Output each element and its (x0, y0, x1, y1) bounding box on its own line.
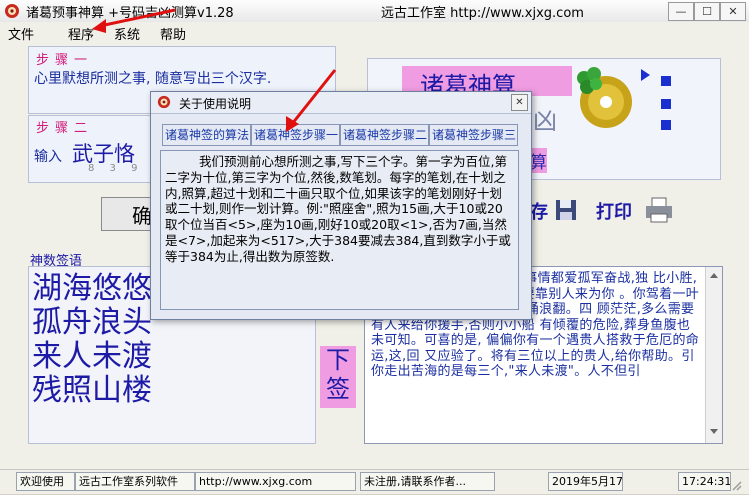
resize-grip-icon[interactable] (730, 476, 742, 491)
status-software: 远古工作室系列软件 (75, 472, 195, 491)
status-date: 2019年5月17日 (548, 472, 623, 491)
annotation-arrowhead (92, 19, 106, 33)
status-time: 17:24:31 (678, 472, 731, 491)
annotation-arrow (99, 8, 176, 28)
main-window: 诸葛预事神算 +号码吉凶测算v1.28 远古工作室 http://www.xjx… (0, 0, 749, 494)
annotation-arrows (92, 8, 337, 132)
annotation-arrow (290, 69, 337, 125)
status-register: 未注册,请联系作者... (360, 472, 495, 491)
status-welcome: 欢迎使用 (16, 472, 75, 491)
status-url[interactable]: http://www.xjxg.com (195, 472, 356, 491)
